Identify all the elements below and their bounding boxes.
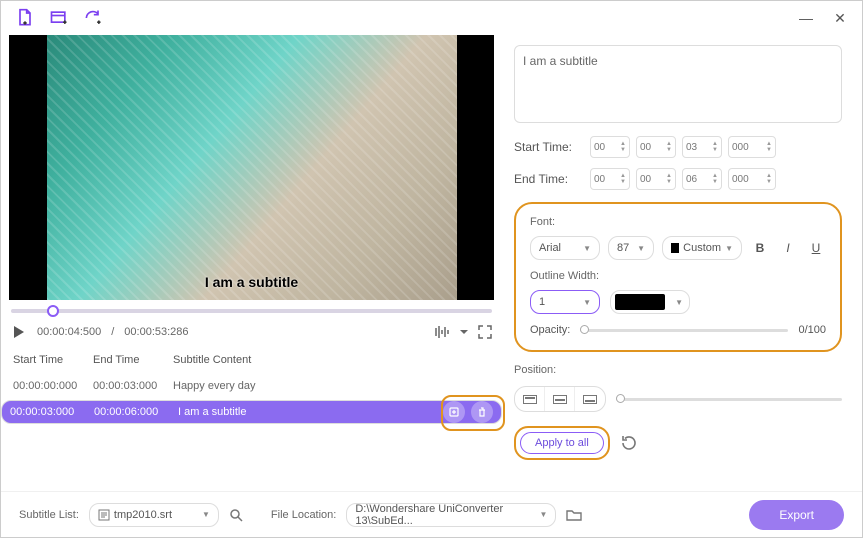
subtitle-file-select[interactable]: tmp2010.srt▼ bbox=[89, 503, 219, 527]
add-subtitle-button[interactable] bbox=[443, 401, 465, 423]
sync-icon[interactable] bbox=[83, 8, 103, 28]
start-ms[interactable]: 000▲▼ bbox=[728, 136, 776, 158]
file-location-select[interactable]: D:\Wondershare UniConverter 13\SubEd...▼ bbox=[346, 503, 556, 527]
subtitle-row-selected[interactable]: 00:00:03:000 00:00:06:000 I am a subtitl… bbox=[1, 400, 502, 424]
subtitle-row[interactable]: 00:00:00:000 00:00:03:000 Happy every da… bbox=[1, 372, 502, 400]
opacity-value: 0/100 bbox=[798, 324, 826, 336]
new-window-icon[interactable] bbox=[49, 8, 69, 28]
end-time-label: End Time: bbox=[514, 172, 584, 186]
subtitle-text-input[interactable] bbox=[514, 45, 842, 123]
bold-button[interactable]: B bbox=[750, 238, 770, 258]
outline-width-select[interactable]: 1▼ bbox=[530, 290, 600, 314]
end-hours[interactable]: 00▲▼ bbox=[590, 168, 630, 190]
underline-button[interactable]: U bbox=[806, 238, 826, 258]
end-minutes[interactable]: 00▲▼ bbox=[636, 168, 676, 190]
start-time-label: Start Time: bbox=[514, 140, 584, 154]
file-location-label: File Location: bbox=[271, 509, 336, 521]
opacity-slider[interactable] bbox=[580, 329, 788, 332]
time-total: 00:00:53:286 bbox=[124, 326, 188, 338]
folder-icon[interactable] bbox=[566, 508, 582, 522]
time-current: 00:00:04:500 bbox=[37, 326, 101, 338]
font-size-select[interactable]: 87▼ bbox=[608, 236, 654, 260]
start-seconds[interactable]: 03▲▼ bbox=[682, 136, 722, 158]
chevron-down-icon[interactable] bbox=[460, 328, 468, 336]
font-family-select[interactable]: Arial▼ bbox=[530, 236, 600, 260]
end-seconds[interactable]: 06▲▼ bbox=[682, 168, 722, 190]
waveform-icon[interactable] bbox=[434, 325, 450, 339]
subtitle-overlay: I am a subtitle bbox=[205, 274, 298, 290]
search-icon[interactable] bbox=[229, 508, 243, 522]
play-button[interactable] bbox=[11, 324, 27, 340]
outline-color-select[interactable]: ▼ bbox=[610, 290, 690, 314]
minimize-button[interactable]: — bbox=[792, 7, 820, 29]
opacity-label: Opacity: bbox=[530, 324, 570, 336]
end-ms[interactable]: 000▲▼ bbox=[728, 168, 776, 190]
export-button[interactable]: Export bbox=[749, 500, 844, 530]
apply-to-all-button[interactable]: Apply to all bbox=[520, 432, 604, 454]
delete-subtitle-button[interactable] bbox=[471, 401, 493, 423]
reset-icon[interactable] bbox=[620, 434, 638, 452]
fullscreen-icon[interactable] bbox=[478, 325, 492, 339]
italic-button[interactable]: I bbox=[778, 238, 798, 258]
position-bottom-button[interactable] bbox=[575, 387, 605, 411]
outline-label: Outline Width: bbox=[530, 270, 826, 282]
start-minutes[interactable]: 00▲▼ bbox=[636, 136, 676, 158]
position-label: Position: bbox=[514, 364, 842, 376]
video-preview[interactable]: I am a subtitle bbox=[9, 35, 494, 300]
new-file-icon[interactable] bbox=[15, 8, 35, 28]
font-label: Font: bbox=[530, 216, 826, 228]
position-middle-button[interactable] bbox=[545, 387, 575, 411]
close-button[interactable]: ✕ bbox=[826, 7, 854, 29]
subtitle-table-header: Start Time End Time Subtitle Content bbox=[1, 348, 502, 372]
subtitle-list-label: Subtitle List: bbox=[19, 509, 79, 521]
seek-bar[interactable] bbox=[11, 304, 492, 318]
position-top-button[interactable] bbox=[515, 387, 545, 411]
font-color-select[interactable]: Custom▼ bbox=[662, 236, 742, 260]
start-hours[interactable]: 00▲▼ bbox=[590, 136, 630, 158]
position-slider[interactable] bbox=[616, 398, 842, 401]
